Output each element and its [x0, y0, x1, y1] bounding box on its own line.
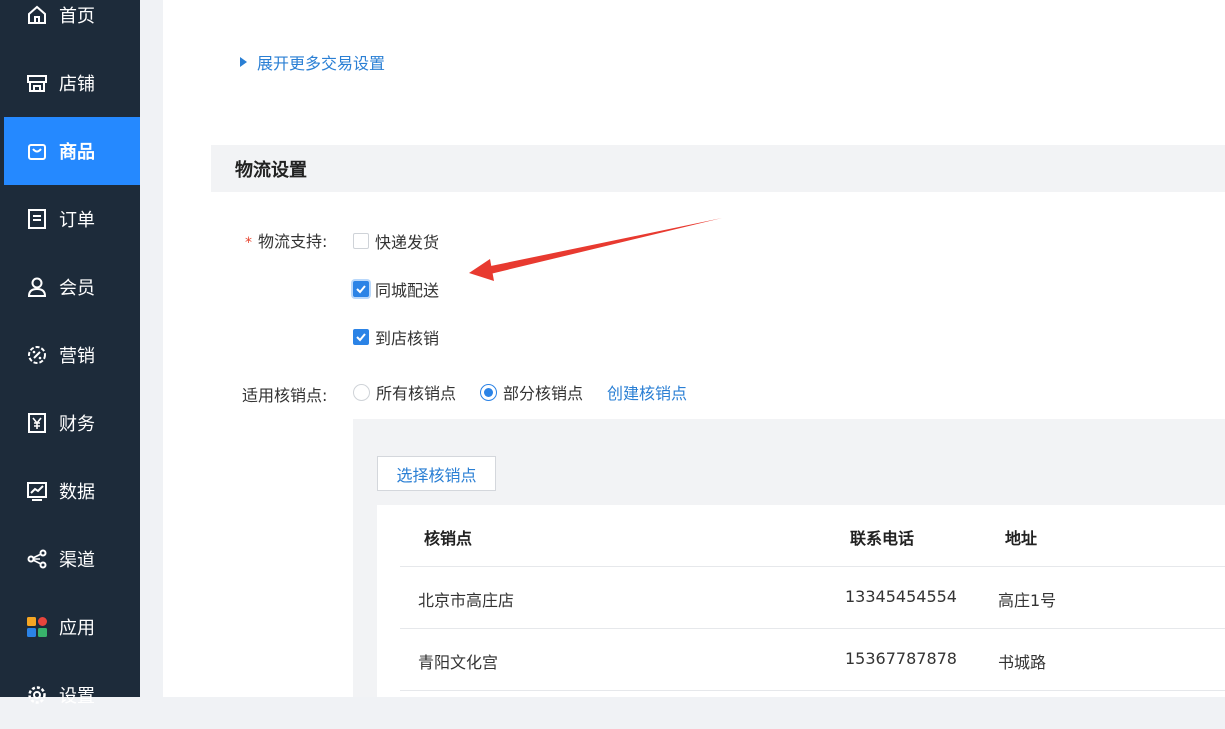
- nav-label: 数据: [59, 482, 95, 503]
- row-divider: [400, 690, 1225, 691]
- radio-all-points[interactable]: 所有核销点: [353, 380, 456, 404]
- nav-label: 店铺: [59, 74, 95, 95]
- radio-label: 部分核销点: [503, 384, 584, 403]
- nav-label: 会员: [59, 278, 95, 299]
- verify-points-radio-group: 所有核销点 部分核销点 创建核销点: [353, 380, 687, 404]
- nav-label: 订单: [59, 210, 95, 231]
- nav-label: 营销: [59, 346, 95, 367]
- user-icon: [26, 276, 48, 298]
- section-header-logistics: 物流设置: [211, 145, 1225, 192]
- nav-item-products[interactable]: 商品: [4, 117, 140, 185]
- nav-label: 应用: [59, 618, 95, 639]
- section-title: 物流设置: [235, 159, 307, 181]
- order-icon: [26, 208, 48, 230]
- share-icon: [26, 548, 48, 570]
- logistics-label-text: 物流支持:: [258, 232, 328, 251]
- table-cell: 北京市高庄店: [418, 591, 515, 610]
- nav-item-apps[interactable]: 应用: [4, 593, 140, 661]
- checkbox-express-delivery[interactable]: 快递发货: [353, 229, 439, 253]
- row-divider: [400, 566, 1225, 567]
- nav-item-store[interactable]: 店铺: [4, 49, 140, 117]
- nav-item-data[interactable]: 数据: [4, 457, 140, 525]
- nav-item-members[interactable]: 会员: [4, 253, 140, 321]
- nav-item-marketing[interactable]: 营销: [4, 321, 140, 389]
- radio-circle[interactable]: [353, 383, 370, 401]
- table-cell: 高庄1号: [998, 591, 1057, 610]
- create-verify-point-link[interactable]: 创建核销点: [607, 380, 687, 404]
- nav-label: 商品: [59, 142, 95, 163]
- checkbox-label: 到店核销: [375, 329, 440, 348]
- checkbox-label: 快递发货: [375, 233, 440, 252]
- expand-more-trade-settings-link[interactable]: 展开更多交易设置: [240, 50, 385, 74]
- table-cell: 青阳文化宫: [418, 653, 499, 672]
- checkbox-box[interactable]: [353, 281, 369, 297]
- marketing-icon: [26, 344, 48, 366]
- checkbox-in-store-verify[interactable]: 到店核销: [353, 325, 439, 349]
- yen-icon: [26, 412, 48, 434]
- shopping-bag-icon: [26, 140, 48, 162]
- radio-label: 所有核销点: [376, 384, 457, 403]
- check-icon: [356, 285, 366, 294]
- nav-item-settings[interactable]: 设置: [4, 661, 140, 729]
- required-asterisk: *: [245, 235, 252, 251]
- settings-icon: [26, 684, 48, 706]
- sidebar: 首页 店铺 商品 订单 会员 营销 财务 数据 渠道 应用 设置: [0, 0, 140, 707]
- store-icon: [26, 72, 48, 94]
- radio-circle[interactable]: [480, 383, 498, 401]
- logistics-support-label: * 物流支持:: [245, 228, 327, 252]
- chart-icon: [26, 480, 48, 502]
- radio-partial-points[interactable]: 部分核销点: [480, 380, 583, 404]
- checkbox-box[interactable]: [353, 233, 369, 249]
- verify-points-panel: 选择核销点 核销点 联系电话 地址 北京市高庄店 13345454554 高庄1…: [353, 419, 1225, 697]
- row-divider: [400, 628, 1225, 629]
- verify-points-table: 核销点 联系电话 地址 北京市高庄店 13345454554 高庄1号 青阳文化…: [377, 505, 1225, 697]
- table-header-phone: 联系电话: [850, 529, 915, 548]
- checkbox-label: 同城配送: [375, 281, 440, 300]
- table-cell: 书城路: [998, 653, 1047, 672]
- nav-label: 渠道: [59, 550, 95, 571]
- nav-label: 财务: [59, 414, 95, 435]
- checkbox-same-city-delivery[interactable]: 同城配送: [353, 277, 439, 301]
- expand-link-label: 展开更多交易设置: [257, 54, 386, 73]
- nav-item-home[interactable]: 首页: [4, 0, 140, 49]
- checkbox-box[interactable]: [353, 329, 369, 345]
- select-verify-point-button[interactable]: 选择核销点: [377, 456, 496, 491]
- home-icon: [26, 4, 48, 26]
- check-icon: [356, 333, 366, 342]
- table-header-point: 核销点: [424, 529, 473, 548]
- caret-right-icon: [240, 57, 247, 67]
- nav-label: 首页: [59, 6, 95, 27]
- verify-points-label: 适用核销点:: [242, 386, 328, 405]
- table-header-address: 地址: [1005, 529, 1038, 548]
- main-content: 展开更多交易设置 物流设置 * 物流支持: 快递发货 同城配送 到店核销 适用核销…: [163, 0, 1225, 697]
- nav-item-orders[interactable]: 订单: [4, 185, 140, 253]
- table-cell: 15367787878: [845, 649, 957, 668]
- nav-item-finance[interactable]: 财务: [4, 389, 140, 457]
- nav-item-channels[interactable]: 渠道: [4, 525, 140, 593]
- nav-label: 设置: [59, 686, 95, 707]
- table-cell: 13345454554: [845, 587, 957, 606]
- apps-icon: [26, 616, 48, 638]
